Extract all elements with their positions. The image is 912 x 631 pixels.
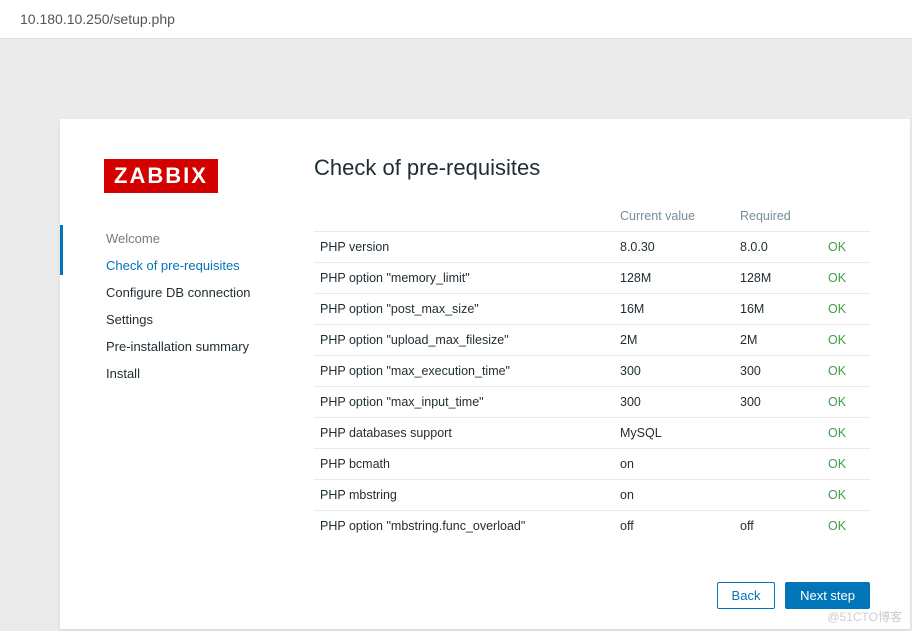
setup-container: ZABBIX WelcomeCheck of pre-requisitesCon… bbox=[60, 119, 910, 629]
step-item[interactable]: Install bbox=[106, 360, 314, 387]
cell-status: OK bbox=[822, 294, 870, 325]
cell-required bbox=[734, 449, 822, 480]
cell-current: off bbox=[614, 511, 734, 540]
cell-status: OK bbox=[822, 387, 870, 418]
zabbix-logo: ZABBIX bbox=[104, 159, 218, 193]
cell-current: MySQL bbox=[614, 418, 734, 449]
col-required: Required bbox=[734, 201, 822, 232]
cell-required: 8.0.0 bbox=[734, 232, 822, 263]
step-item[interactable]: Check of pre-requisites bbox=[106, 252, 314, 279]
cell-name: PHP option "max_input_time" bbox=[314, 387, 614, 418]
cell-current: 300 bbox=[614, 387, 734, 418]
cell-name: PHP option "mbstring.func_overload" bbox=[314, 511, 614, 540]
cell-required: 128M bbox=[734, 263, 822, 294]
col-name bbox=[314, 201, 614, 232]
col-status bbox=[822, 201, 870, 232]
table-row: PHP version8.0.308.0.0OK bbox=[314, 232, 870, 263]
cell-required: 16M bbox=[734, 294, 822, 325]
cell-name: PHP option "post_max_size" bbox=[314, 294, 614, 325]
table-row: PHP option "post_max_size"16M16MOK bbox=[314, 294, 870, 325]
cell-name: PHP option "max_execution_time" bbox=[314, 356, 614, 387]
cell-required: off bbox=[734, 511, 822, 540]
step-item[interactable]: Configure DB connection bbox=[106, 279, 314, 306]
requisites-scroll[interactable]: Current value Required PHP version8.0.30… bbox=[314, 201, 870, 539]
url-bar[interactable]: 10.180.10.250/setup.php bbox=[0, 0, 912, 39]
cell-required bbox=[734, 418, 822, 449]
cell-name: PHP version bbox=[314, 232, 614, 263]
cell-required: 300 bbox=[734, 356, 822, 387]
setup-steps: WelcomeCheck of pre-requisitesConfigure … bbox=[104, 225, 314, 387]
cell-current: 8.0.30 bbox=[614, 232, 734, 263]
table-row: PHP databases supportMySQL OK bbox=[314, 418, 870, 449]
table-row: PHP option "max_input_time"300300OK bbox=[314, 387, 870, 418]
cell-name: PHP mbstring bbox=[314, 480, 614, 511]
table-row: PHP option "mbstring.func_overload"offof… bbox=[314, 511, 870, 540]
cell-status: OK bbox=[822, 511, 870, 540]
cell-name: PHP databases support bbox=[314, 418, 614, 449]
page-title: Check of pre-requisites bbox=[314, 155, 870, 181]
cell-status: OK bbox=[822, 232, 870, 263]
page-background: ZABBIX WelcomeCheck of pre-requisitesCon… bbox=[0, 39, 912, 631]
cell-current: 16M bbox=[614, 294, 734, 325]
cell-current: 128M bbox=[614, 263, 734, 294]
cell-name: PHP option "memory_limit" bbox=[314, 263, 614, 294]
watermark: @51CTO博客 bbox=[827, 608, 902, 625]
col-current: Current value bbox=[614, 201, 734, 232]
cell-current: 2M bbox=[614, 325, 734, 356]
cell-name: PHP bcmath bbox=[314, 449, 614, 480]
cell-current: on bbox=[614, 480, 734, 511]
cell-current: 300 bbox=[614, 356, 734, 387]
cell-name: PHP option "upload_max_filesize" bbox=[314, 325, 614, 356]
table-row: PHP option "memory_limit"128M128MOK bbox=[314, 263, 870, 294]
cell-current: on bbox=[614, 449, 734, 480]
cell-status: OK bbox=[822, 356, 870, 387]
table-header-row: Current value Required bbox=[314, 201, 870, 232]
cell-status: OK bbox=[822, 263, 870, 294]
back-button[interactable]: Back bbox=[717, 582, 776, 609]
cell-status: OK bbox=[822, 325, 870, 356]
cell-status: OK bbox=[822, 449, 870, 480]
cell-status: OK bbox=[822, 418, 870, 449]
step-item[interactable]: Pre-installation summary bbox=[106, 333, 314, 360]
step-marker bbox=[60, 225, 63, 275]
cell-required: 2M bbox=[734, 325, 822, 356]
cell-status: OK bbox=[822, 480, 870, 511]
cell-required: 300 bbox=[734, 387, 822, 418]
table-row: PHP option "upload_max_filesize"2M2MOK bbox=[314, 325, 870, 356]
left-column: ZABBIX WelcomeCheck of pre-requisitesCon… bbox=[104, 159, 314, 629]
button-bar: Back Next step bbox=[711, 582, 870, 609]
table-row: PHP option "max_execution_time"300300OK bbox=[314, 356, 870, 387]
cell-required bbox=[734, 480, 822, 511]
table-row: PHP mbstringon OK bbox=[314, 480, 870, 511]
step-item[interactable]: Welcome bbox=[106, 225, 314, 252]
step-item[interactable]: Settings bbox=[106, 306, 314, 333]
requisites-table: Current value Required PHP version8.0.30… bbox=[314, 201, 870, 539]
table-row: PHP bcmathon OK bbox=[314, 449, 870, 480]
right-column: Check of pre-requisites Current value Re… bbox=[314, 159, 870, 629]
next-step-button[interactable]: Next step bbox=[785, 582, 870, 609]
